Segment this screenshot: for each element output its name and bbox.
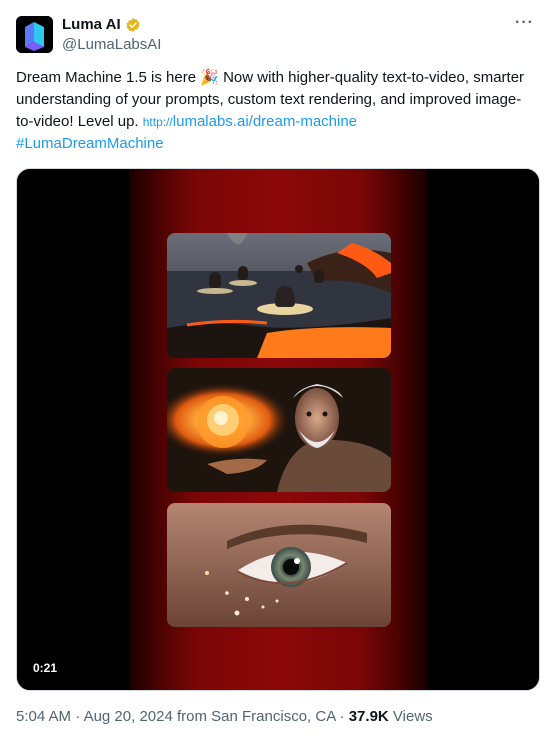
luma-logo-icon [16, 16, 53, 53]
link-prefix: http:// [142, 115, 173, 129]
video-stage: 0:21 [17, 169, 539, 690]
views-label: Views [392, 708, 433, 725]
tweet-link[interactable]: http://lumalabs.ai/dream-machine [143, 113, 357, 130]
author-name-row[interactable]: Luma AI [62, 16, 141, 33]
separator: · [75, 708, 84, 725]
tweet-date[interactable]: Aug 20, 2024 [84, 708, 173, 725]
avatar[interactable] [16, 16, 53, 53]
video-frame-eye-close-up [167, 503, 391, 627]
views-count: 37.9K [348, 708, 389, 725]
location-prefix: from [176, 708, 207, 725]
video-duration: 0:21 [27, 658, 64, 678]
tweet-text: Dream Machine 1.5 is here 🎉 Now with hig… [16, 67, 538, 155]
tweet-meta: 5:04 AM · Aug 20, 2024 from San Francisc… [16, 708, 433, 725]
tweet-header: Luma AI @LumaLabsAI ··· [16, 14, 538, 58]
hashtag-link[interactable]: #LumaDreamMachine [16, 135, 164, 152]
video-player[interactable]: 0:21 [16, 168, 540, 691]
tweet-time[interactable]: 5:04 AM [16, 708, 71, 725]
video-frame-cats-surfing-lava [167, 233, 391, 358]
separator: · [339, 708, 349, 725]
tweet-location: San Francisco, CA [211, 708, 336, 725]
verified-badge-icon [126, 17, 140, 32]
video-frame-old-man-fireball [167, 368, 391, 492]
author-name[interactable]: Luma AI [62, 16, 121, 33]
author-handle[interactable]: @LumaLabsAI [62, 36, 161, 53]
link-text: lumalabs.ai/dream-machine [172, 113, 358, 130]
more-horizontal-icon[interactable]: ··· [515, 14, 534, 32]
